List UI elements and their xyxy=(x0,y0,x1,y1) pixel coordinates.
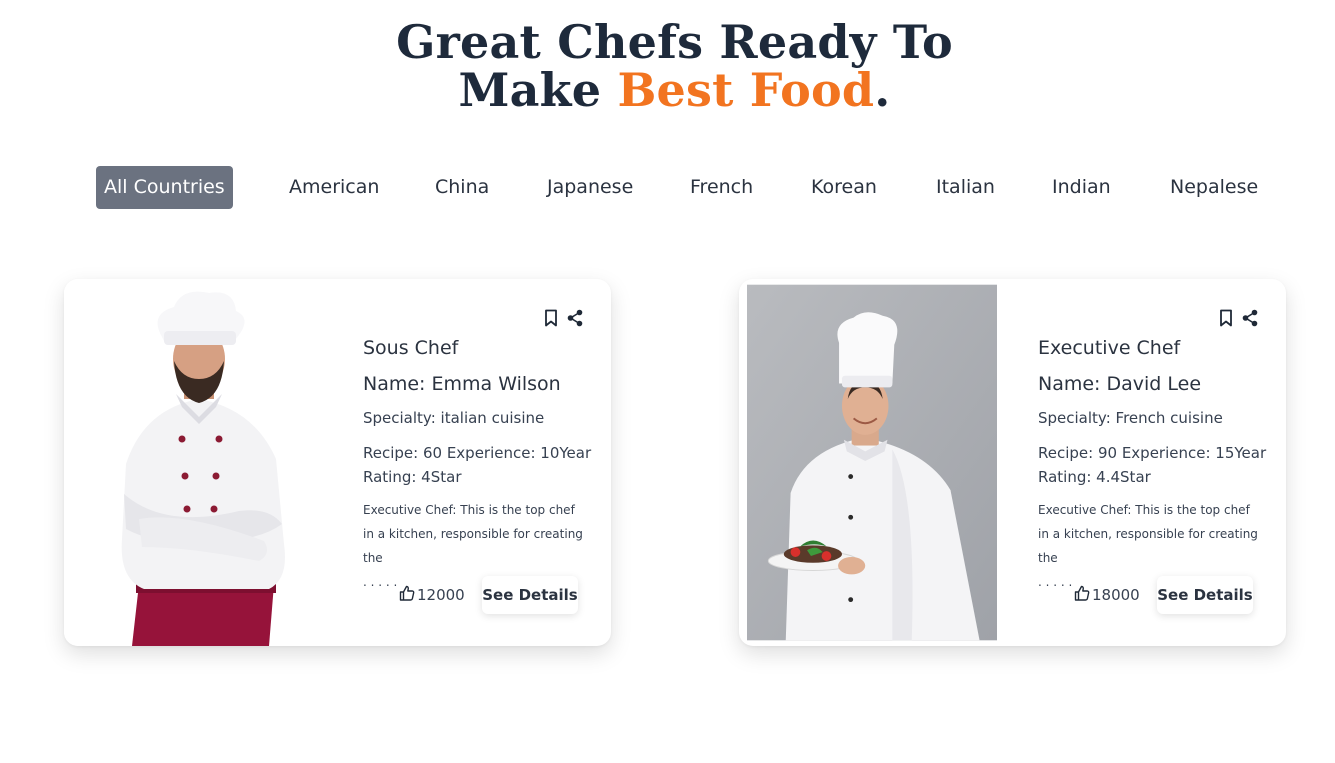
chef-name: Name: Emma Wilson xyxy=(363,373,561,395)
chef-photo xyxy=(747,284,997,641)
chef-description-text: Executive Chef: This is the top chef in … xyxy=(363,503,583,565)
chef-specialty: Specialty: French cuisine xyxy=(1038,409,1223,427)
chef-recipe-experience: Recipe: 60 Experience: 10Year xyxy=(363,444,592,462)
chef-name: Name: David Lee xyxy=(1038,373,1202,395)
chef-recipe-experience: Recipe: 90 Experience: 15Year xyxy=(1038,444,1267,462)
like-count: 12000 xyxy=(417,586,465,604)
chef-rating: Rating: 4Star xyxy=(363,468,462,486)
filter-american[interactable]: American xyxy=(289,166,379,209)
chef-stats: Recipe: 60 Experience: 10Year Rating: 4S… xyxy=(363,441,591,489)
share-icon[interactable] xyxy=(567,309,583,327)
like-button[interactable]: 12000 xyxy=(399,585,465,605)
chef-card-body: Executive Chef Name: David Lee Specialty… xyxy=(1038,279,1268,646)
filter-french[interactable]: French xyxy=(690,166,753,209)
see-details-button[interactable]: See Details xyxy=(482,576,578,614)
page-title: Great Chefs Ready To Make Best Food. xyxy=(0,18,1335,114)
title-line-2-prefix: Make xyxy=(458,63,618,117)
card-actions xyxy=(1218,309,1258,327)
filter-italian[interactable]: Italian xyxy=(936,166,995,209)
share-icon[interactable] xyxy=(1242,309,1258,327)
chef-card: Executive Chef Name: David Lee Specialty… xyxy=(739,279,1286,646)
like-button[interactable]: 18000 xyxy=(1074,585,1140,605)
filter-all-countries[interactable]: All Countries xyxy=(96,166,233,209)
thumbs-up-icon xyxy=(399,585,415,605)
title-accent: Best Food xyxy=(617,63,875,117)
chef-description-text: Executive Chef: This is the top chef in … xyxy=(1038,503,1258,565)
chef-role: Executive Chef xyxy=(1038,337,1181,359)
bookmark-icon[interactable] xyxy=(543,309,559,327)
filter-japanese[interactable]: Japanese xyxy=(547,166,633,209)
chef-photo xyxy=(64,279,314,646)
filter-china[interactable]: China xyxy=(435,166,489,209)
chef-stats: Recipe: 90 Experience: 15Year Rating: 4.… xyxy=(1038,441,1266,489)
bookmark-icon[interactable] xyxy=(1218,309,1234,327)
chef-specialty: Specialty: italian cuisine xyxy=(363,409,545,427)
chef-rating: Rating: 4.4Star xyxy=(1038,468,1151,486)
thumbs-up-icon xyxy=(1074,585,1090,605)
card-actions xyxy=(543,309,583,327)
filter-nepalese[interactable]: Nepalese xyxy=(1170,166,1258,209)
chef-role: Sous Chef xyxy=(363,337,459,359)
title-line-1: Great Chefs Ready To xyxy=(396,15,953,69)
chef-card-body: Sous Chef Name: Emma Wilson Specialty: i… xyxy=(363,279,593,646)
see-details-button[interactable]: See Details xyxy=(1157,576,1253,614)
filter-korean[interactable]: Korean xyxy=(811,166,877,209)
title-line-2-suffix: . xyxy=(874,63,891,117)
chef-card: Sous Chef Name: Emma Wilson Specialty: i… xyxy=(64,279,611,646)
country-filter-bar: All Countries American China Japanese Fr… xyxy=(0,166,1335,210)
like-count: 18000 xyxy=(1092,586,1140,604)
filter-indian[interactable]: Indian xyxy=(1052,166,1111,209)
